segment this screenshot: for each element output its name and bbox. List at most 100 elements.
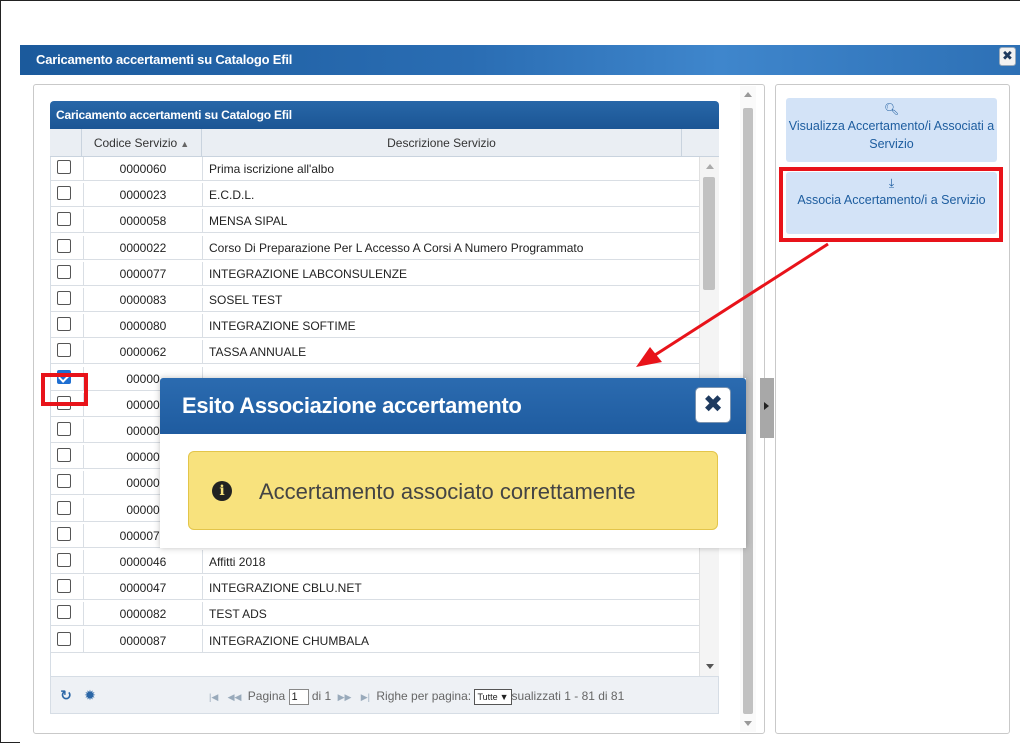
row-checkbox[interactable] (57, 422, 71, 436)
select-cell (51, 419, 83, 443)
row-checkbox[interactable] (57, 264, 71, 279)
row-checkbox[interactable] (57, 160, 71, 174)
pager: |◀ ◀◀ Pagina 1 di 1 ▶▶ ▶| Righe per pagi… (206, 687, 624, 705)
rows-per-page-select[interactable]: Tutte ▼ (474, 688, 512, 705)
grid-scroll-down-icon[interactable] (706, 664, 714, 669)
select-cell (51, 576, 83, 600)
row-checkbox[interactable] (57, 526, 71, 541)
row-checkbox[interactable] (57, 474, 71, 489)
table-row[interactable]: 0000082 TEST ADS (51, 602, 700, 627)
row-checkbox[interactable] (57, 317, 71, 332)
select-cell (51, 602, 83, 626)
select-cell (51, 550, 83, 574)
table-row[interactable]: 0000046 Affitti 2018 (51, 550, 700, 574)
select-cell (51, 393, 83, 417)
row-checkbox[interactable] (57, 579, 71, 594)
code-cell: 0000058 (83, 209, 203, 234)
page-total: di 1 (311, 689, 332, 703)
code-cell: 0000087 (83, 628, 203, 653)
row-checkbox[interactable] (57, 553, 71, 567)
info-icon: i (212, 481, 232, 501)
table-row[interactable]: 0000080 INTEGRAZIONE SOFTIME (51, 314, 700, 339)
row-checkbox[interactable] (57, 448, 71, 463)
code-cell: 0000080 (83, 314, 203, 339)
page-input[interactable]: 1 (288, 688, 309, 705)
download-icon: ⤓ (888, 176, 895, 190)
row-checkbox[interactable] (57, 343, 71, 358)
desc-cell: SOSEL TEST (209, 293, 283, 307)
row-checkbox[interactable] (57, 605, 71, 620)
refresh-icon[interactable]: ↻ (57, 686, 75, 704)
header-code-column[interactable]: Codice Servizio ▲ (82, 129, 202, 157)
row-checkbox[interactable] (57, 369, 71, 384)
desc-cell: Corso Di Preparazione Per L Accesso A Co… (209, 240, 584, 255)
next-page-icon[interactable]: ▶▶ (338, 692, 352, 702)
row-checkbox[interactable] (57, 186, 71, 201)
gear-icon[interactable]: ✹ (81, 686, 99, 704)
code-cell: 0000062 (83, 340, 203, 365)
desc-cell: Affitti 2018 (209, 555, 266, 569)
desc-cell: INTEGRAZIONE LABCONSULENZE (209, 266, 408, 281)
first-page-icon[interactable]: |◀ (209, 692, 218, 702)
last-page-icon[interactable]: ▶| (361, 692, 370, 702)
grid-scroll-up-icon[interactable] (706, 164, 714, 169)
code-cell: 0000022 (83, 235, 203, 260)
rows-per-page-value: Tutte (477, 691, 498, 702)
select-cell (51, 498, 83, 522)
desc-cell: INTEGRAZIONE SOFTIME (209, 319, 356, 334)
header-select-column (50, 129, 82, 157)
success-alert: i Accertamento associato correttamente (188, 451, 718, 530)
sort-icon[interactable]: ▲ (180, 139, 189, 149)
header-desc-label: Descrizione Servizio (387, 136, 496, 150)
prev-page-icon[interactable]: ◀◀ (228, 692, 242, 702)
table-row[interactable]: 0000023 E.C.D.L. (51, 183, 700, 208)
select-cell (51, 629, 83, 653)
window-close-button[interactable]: ✖ (999, 47, 1016, 66)
table-row[interactable]: 0000087 INTEGRAZIONE CHUMBALA (51, 628, 700, 653)
row-checkbox[interactable] (57, 395, 71, 410)
desc-cell: INTEGRAZIONE CBLU.NET (209, 581, 362, 596)
row-checkbox[interactable] (57, 631, 71, 646)
table-row[interactable]: 0000047 INTEGRAZIONE CBLU.NET (51, 576, 700, 601)
grid-header: Codice Servizio ▲ Descrizione Servizio (50, 129, 719, 157)
code-cell: 0000023 (83, 183, 203, 208)
header-desc-column[interactable]: Descrizione Servizio (202, 129, 682, 157)
header-code-label: Codice Servizio (93, 136, 178, 150)
table-row[interactable]: 0000060 Prima iscrizione all'albo (51, 157, 700, 181)
row-checkbox[interactable] (57, 238, 71, 253)
table-row[interactable]: 0000077 INTEGRAZIONE LABCONSULENZE (51, 261, 700, 286)
select-cell (51, 445, 83, 469)
select-cell (51, 471, 83, 495)
scroll-up-icon[interactable] (744, 92, 752, 97)
table-row[interactable]: 0000022 Corso Di Preparazione Per L Acces… (51, 235, 700, 260)
rows-per-page-label: Righe per pagina: (376, 689, 472, 703)
view-associated-button[interactable]: 🔍︎ Visualizza Accertamento/i Associati a… (786, 98, 997, 162)
scroll-down-icon[interactable] (744, 721, 752, 726)
row-checkbox[interactable] (57, 291, 71, 305)
code-cell: 0000047 (83, 576, 203, 601)
displayed-count: sualizzati 1 - 81 di 81 (511, 689, 625, 703)
desc-cell: MENSA SIPAL (209, 214, 288, 229)
select-cell (51, 524, 83, 548)
grid-title: Caricamento accertamenti su Catalogo Efi… (50, 101, 719, 129)
dialog-close-button[interactable]: ✖ (695, 387, 731, 423)
row-checkbox[interactable] (57, 500, 71, 515)
code-cell: 0000077 (83, 261, 203, 286)
dialog-title: Esito Associazione accertamento (160, 378, 746, 434)
grid-scroll-thumb[interactable] (703, 177, 715, 290)
code-cell: 0000046 (83, 550, 203, 574)
table-row[interactable]: 0000058 MENSA SIPAL (51, 209, 700, 234)
result-dialog: Esito Associazione accertamento ✖ i Acce… (160, 378, 746, 548)
associate-label: Associa Accertamento/i a Servizio (797, 193, 986, 207)
panel-splitter[interactable] (760, 378, 774, 438)
table-row[interactable]: 0000083 SOSEL TEST (51, 288, 700, 312)
row-checkbox[interactable] (57, 212, 71, 227)
code-cell: 0000060 (83, 157, 203, 181)
chevron-right-icon[interactable] (764, 402, 769, 410)
select-cell (51, 209, 83, 233)
table-row[interactable]: 0000062 TASSA ANNUALE (51, 340, 700, 365)
close-icon: ✖ (1002, 48, 1013, 63)
desc-cell: Prima iscrizione all'albo (209, 162, 335, 176)
associate-button[interactable]: ⤓ Associa Accertamento/i a Servizio (786, 172, 997, 234)
desc-cell: INTEGRAZIONE CHUMBALA (209, 633, 370, 648)
